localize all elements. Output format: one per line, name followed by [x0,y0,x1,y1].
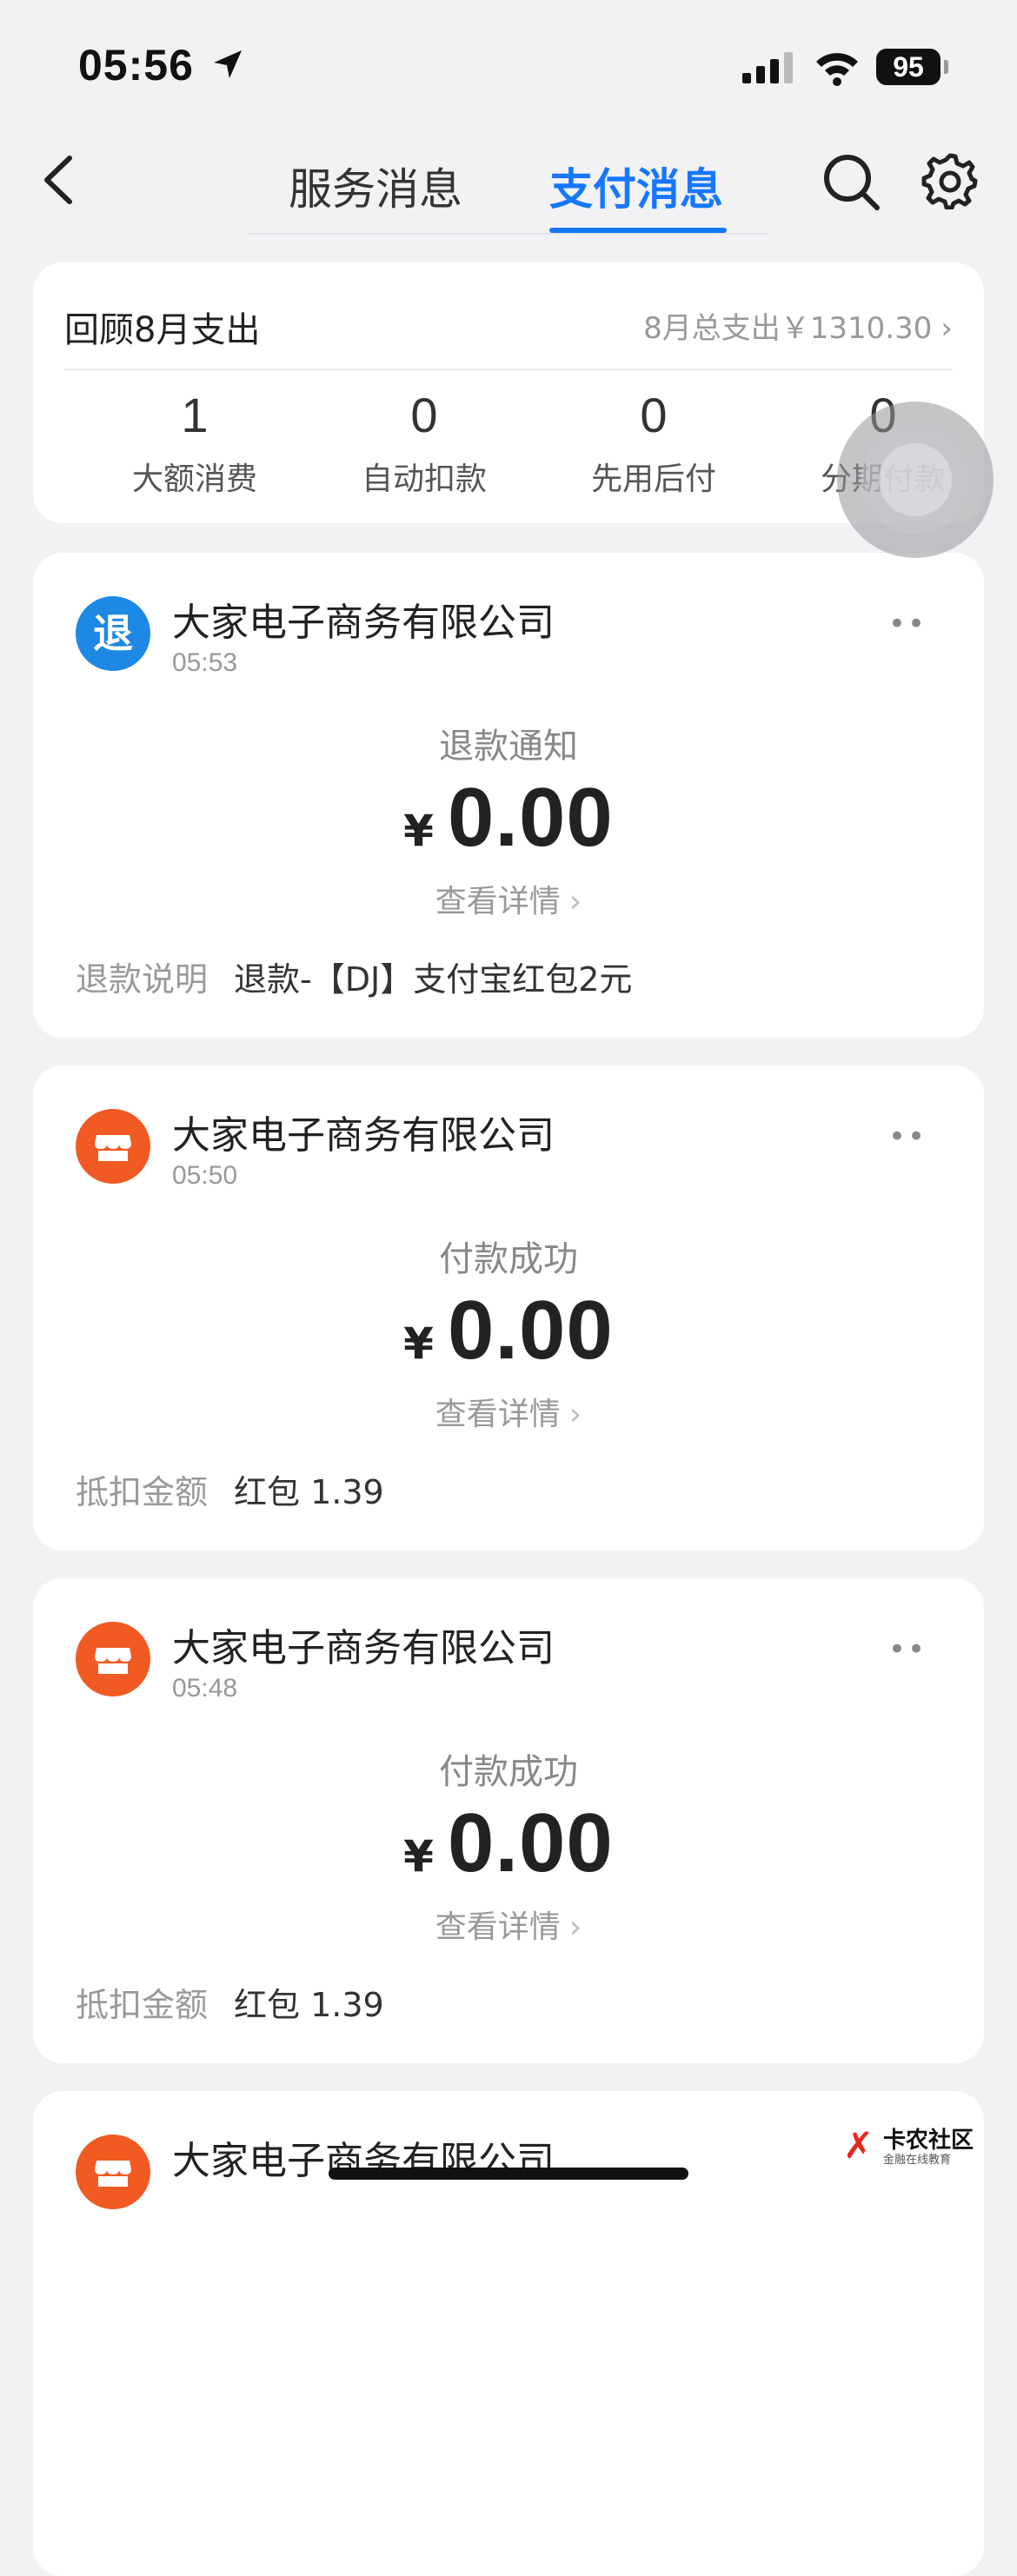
message-card[interactable]: 大家电子商务有限公司 05:48 •• 付款成功 ¥0.00 查看详情 › 抵扣金… [33,1578,984,2063]
stat-value: 0 [640,388,668,442]
stat-label: 自动扣款 [361,461,487,497]
home-indicator[interactable] [329,2168,688,2180]
message-type: 退款通知 [439,727,578,767]
watermark-logo: ✗ 卡农社区 金融在线教育 [843,2121,974,2168]
chevron-right-icon: › [568,1909,582,1945]
back-chevron-icon[interactable] [35,149,87,210]
merchant-name: 大家电子商务有限公司 [172,1113,555,1158]
message-time: 05:50 [172,1161,238,1190]
more-options-icon[interactable]: •• [888,1632,927,1667]
location-arrow-icon [214,50,242,78]
view-details-text: 查看详情 [435,1397,561,1432]
summary-divider [64,368,953,370]
wifi-icon [816,53,858,86]
shop-avatar-icon [76,1109,150,1184]
tab-service-messages[interactable]: 服务消息 [289,155,462,217]
footer-value: 红包 1.39 [234,1986,384,2024]
view-details-link[interactable]: 查看详情 › [33,1389,984,1434]
search-icon[interactable] [821,152,882,213]
message-card[interactable]: 大家电子商务有限公司 05:50 •• 付款成功 ¥0.00 查看详情 › 抵扣金… [33,1066,984,1550]
footer-label: 抵扣金额 [76,1473,209,1511]
message-time: 05:53 [172,648,238,677]
amount-value: 0.00 [447,1284,614,1377]
battery-indicator: 95 [876,49,941,85]
status-bar: 05:56 95 [0,0,1017,130]
more-options-icon[interactable]: •• [888,1119,927,1154]
view-details-link[interactable]: 查看详情 › [33,876,984,921]
battery-tip [944,60,948,74]
tab-payment-messages[interactable]: 支付消息 [549,155,723,217]
message-card[interactable]: 退 大家电子商务有限公司 05:53 •• 退款通知 ¥0.00 查看详情 › 退… [33,553,984,1038]
amount: ¥0.00 [33,1796,984,1891]
shop-avatar-icon [76,1622,150,1696]
merchant-name: 大家电子商务有限公司 [172,601,555,645]
currency-symbol: ¥ [403,1831,434,1882]
summary-title: 回顾8月支出 [64,310,261,350]
refund-avatar-icon: 退 [76,596,150,671]
footer-value: 红包 1.39 [234,1473,384,1511]
message-card[interactable]: 大家电子商务有限公司 [33,2091,984,2576]
view-details-link[interactable]: 查看详情 › [33,1902,984,1947]
chevron-right-icon: › [941,311,953,346]
chevron-right-icon: › [568,1397,582,1432]
more-options-icon[interactable]: •• [888,607,927,641]
footer-label: 抵扣金额 [76,1986,209,2024]
top-navigation: 服务消息 支付消息 [0,130,1017,243]
amount: ¥0.00 [33,770,984,866]
merchant-name: 大家电子商务有限公司 [172,1626,555,1670]
assistive-touch-button[interactable] [837,402,994,558]
stat-auto-deduct[interactable]: 0 自动扣款 [309,381,539,499]
message-time: 05:48 [172,1674,238,1703]
stat-label: 先用后付 [590,461,716,497]
amount: ¥0.00 [33,1283,984,1378]
currency-symbol: ¥ [403,806,434,856]
cellular-signal-icon [742,52,793,83]
gear-icon[interactable] [921,152,979,209]
message-type: 付款成功 [439,1752,578,1792]
tab-divider [248,233,769,235]
monthly-total-link[interactable]: 8月总支出￥1310.30 › [643,304,953,347]
message-footer: 退款说明 退款-【DJ】支付宝红包2元 [76,953,632,1000]
chevron-right-icon: › [568,884,582,920]
footer-label: 退款说明 [76,960,209,999]
message-footer: 抵扣金额 红包 1.39 [76,1465,384,1513]
amount-value: 0.00 [447,1796,614,1889]
message-type: 付款成功 [439,1239,578,1279]
view-details-text: 查看详情 [435,1909,561,1945]
footer-value: 退款-【DJ】支付宝红包2元 [234,960,633,999]
stat-pay-later[interactable]: 0 先用后付 [539,381,768,499]
amount-value: 0.00 [447,771,614,864]
stat-large-spending[interactable]: 1 大额消费 [80,381,309,499]
stat-value: 0 [410,388,438,442]
status-time: 05:56 [78,41,194,90]
shop-avatar-icon [76,2134,150,2209]
watermark-mark-icon: ✗ [843,2124,874,2167]
assistive-touch-core [879,443,952,516]
stat-label: 大额消费 [131,461,257,497]
message-footer: 抵扣金额 红包 1.39 [76,1978,384,2026]
watermark-tagline: 金融在线教育 [883,2154,952,2167]
stat-value: 1 [181,388,209,442]
monthly-total-text: 8月总支出￥1310.30 [643,311,933,346]
view-details-text: 查看详情 [435,884,561,920]
currency-symbol: ¥ [403,1318,434,1369]
active-tab-indicator [549,228,727,233]
